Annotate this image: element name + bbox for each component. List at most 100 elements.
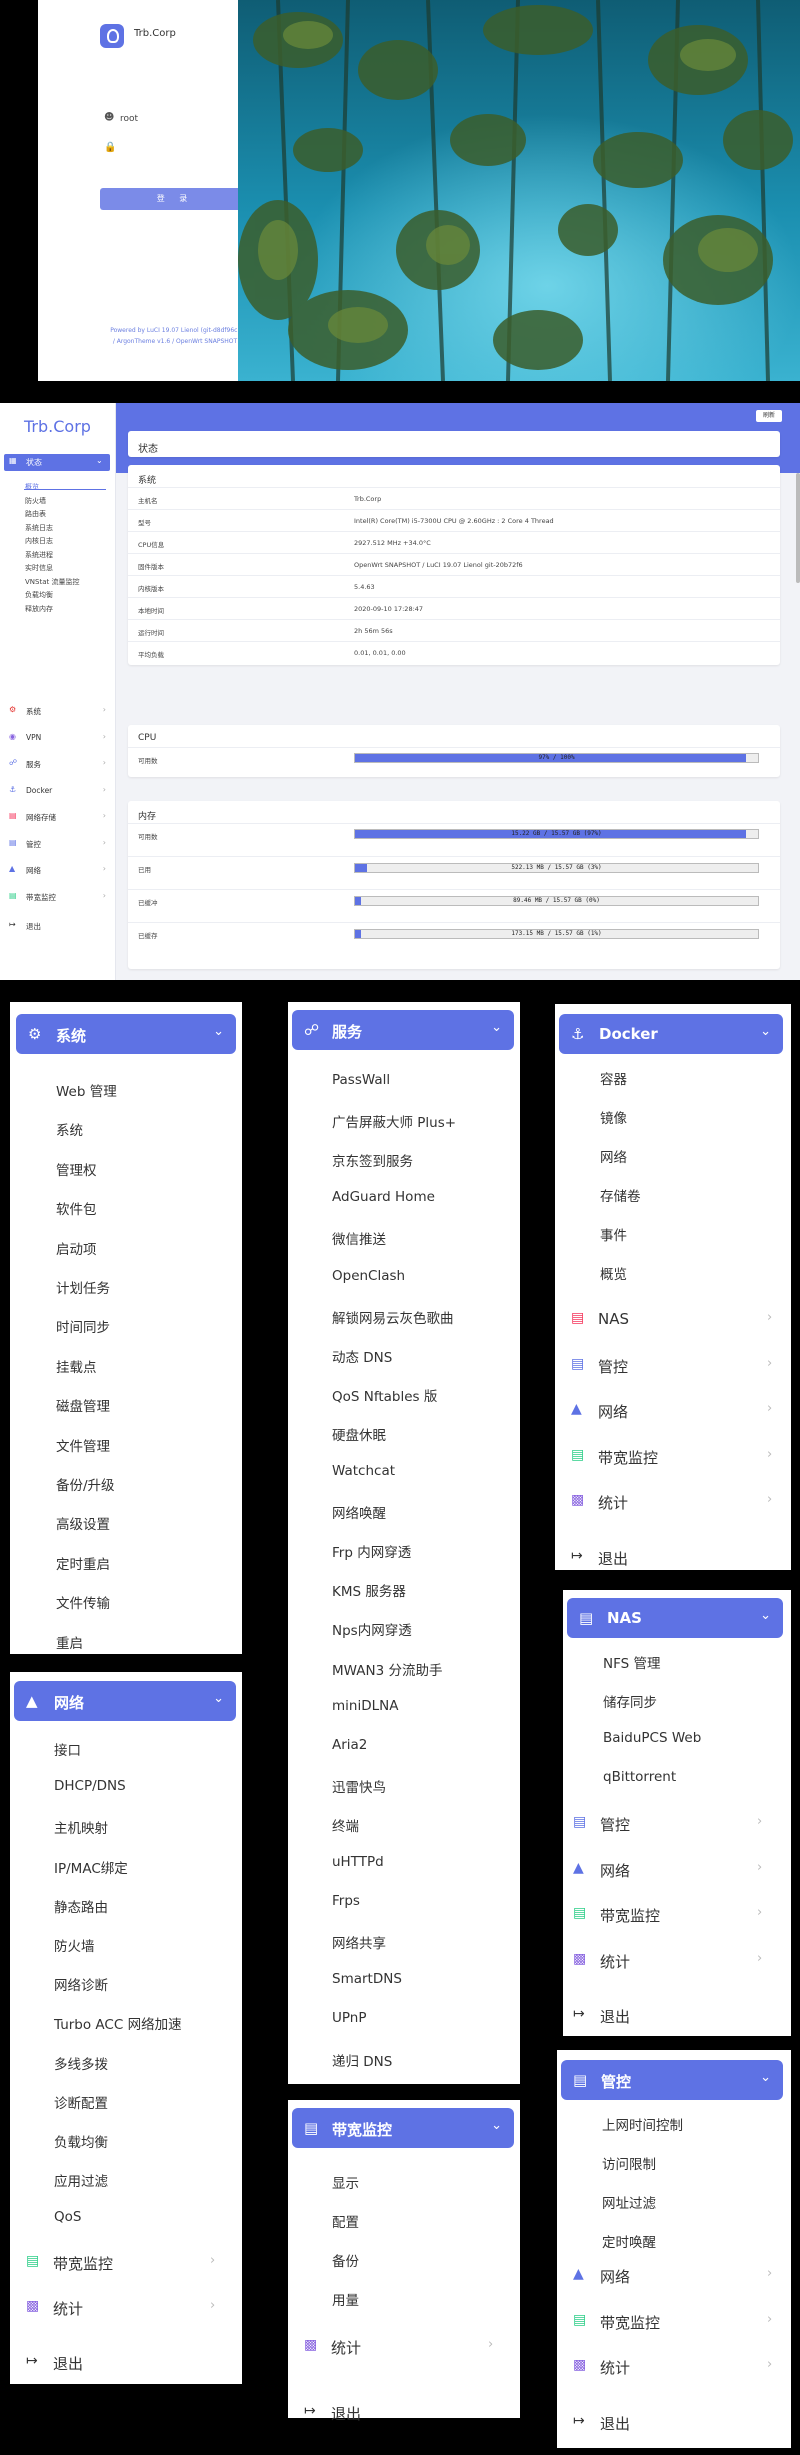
menu-item[interactable]: QoS Nftables 版 [332, 1385, 437, 1405]
system-menu-header[interactable]: ⚙ 系统 ⌄ [16, 1014, 236, 1054]
sidebar-subitem-realtime[interactable]: 实时信息 [25, 563, 53, 573]
menu-item[interactable]: 微信推送 [332, 1228, 386, 1248]
menu-item[interactable]: 接口 [54, 1739, 81, 1759]
username-field[interactable]: root [120, 114, 138, 124]
nav-item-network[interactable]: ▲ 网络 › [573, 1856, 781, 1882]
nav-item-bandwidth[interactable]: ▤ 带宽监控 › [573, 2308, 787, 2334]
menu-item[interactable]: 硬盘休眠 [332, 1424, 386, 1444]
menu-item[interactable]: 定时唤醒 [602, 2231, 656, 2251]
sidebar-item-bandwidth[interactable]: ▤ 带宽监控 › [4, 889, 112, 903]
sidebar-subitem-overview[interactable]: 概览 [25, 482, 39, 492]
menu-item[interactable]: Aria2 [332, 1737, 367, 1753]
menu-item[interactable]: 广告屏蔽大师 Plus+ [332, 1111, 456, 1131]
sidebar-item-services[interactable]: ☍ 服务 › [4, 756, 112, 770]
nav-item-network[interactable]: ▲ 网络 › [573, 2262, 787, 2288]
menu-item[interactable]: 重启 [56, 1632, 83, 1652]
sidebar-subitem-free-memory[interactable]: 释放内存 [25, 604, 53, 614]
sidebar-item-control[interactable]: ▤ 管控 › [4, 836, 112, 850]
menu-item[interactable]: SmartDNS [332, 1971, 402, 1987]
sidebar-item-network[interactable]: ▲ 网络 › [4, 862, 112, 876]
login-button[interactable]: 登 录 [100, 188, 250, 210]
menu-item[interactable]: IP/MAC绑定 [54, 1857, 128, 1877]
menu-item[interactable]: 网络唤醒 [332, 1502, 386, 1522]
sidebar-subitem-load-balance[interactable]: 负载均衡 [25, 590, 53, 600]
sidebar-subitem-processes[interactable]: 系统进程 [25, 550, 53, 560]
menu-item[interactable]: 事件 [600, 1224, 627, 1244]
menu-item[interactable]: 动态 DNS [332, 1346, 392, 1366]
sidebar-subitem-syslog[interactable]: 系统日志 [25, 523, 53, 533]
nav-item-control[interactable]: ▤ 管控 › [571, 1352, 787, 1378]
menu-item[interactable]: 上网时间控制 [602, 2114, 683, 2134]
menu-item[interactable]: miniDLNA [332, 1698, 398, 1714]
nav-item-logout[interactable]: ↦ 退出 [304, 2399, 516, 2425]
menu-item[interactable]: 防火墙 [54, 1935, 95, 1955]
nav-item-logout[interactable]: ↦ 退出 [26, 2349, 238, 2375]
menu-item[interactable]: Watchcat [332, 1463, 395, 1479]
menu-item[interactable]: 概览 [600, 1263, 627, 1283]
menu-item[interactable]: Frps [332, 1893, 360, 1909]
sidebar-item-system[interactable]: ⚙ 系统 › [4, 703, 112, 717]
sidebar-item-vpn[interactable]: ◉ VPN › [4, 730, 112, 744]
sidebar-subitem-firewall[interactable]: 防火墙 [25, 496, 46, 506]
menu-item[interactable]: NFS 管理 [603, 1652, 661, 1672]
nas-menu-header[interactable]: ▤ NAS ⌄ [567, 1598, 783, 1638]
menu-item[interactable]: BaiduPCS Web [603, 1730, 701, 1746]
menu-item[interactable]: 启动项 [56, 1238, 97, 1258]
sidebar-subitem-kernel-log[interactable]: 内核日志 [25, 536, 53, 546]
menu-item[interactable]: 终端 [332, 1815, 359, 1835]
menu-item[interactable]: Turbo ACC 网络加速 [54, 2013, 182, 2033]
menu-item[interactable]: 递归 DNS [332, 2050, 392, 2070]
menu-item[interactable]: 定时重启 [56, 1553, 110, 1573]
menu-item[interactable]: 应用过滤 [54, 2170, 108, 2190]
menu-item[interactable]: 高级设置 [56, 1513, 110, 1533]
nav-item-network[interactable]: ▲ 网络 › [571, 1397, 787, 1423]
menu-item[interactable]: 文件传输 [56, 1592, 110, 1612]
control-menu-header[interactable]: ▤ 管控 ⌄ [561, 2060, 783, 2100]
menu-item[interactable]: 系统 [56, 1119, 83, 1139]
menu-item[interactable]: 诊断配置 [54, 2092, 108, 2112]
nav-item-stats[interactable]: ▩ 统计 › [573, 2353, 787, 2379]
menu-item[interactable]: 软件包 [56, 1198, 97, 1218]
menu-item[interactable]: 网络诊断 [54, 1974, 108, 1994]
menu-item[interactable]: MWAN3 分流助手 [332, 1659, 442, 1679]
menu-item[interactable]: 网址过滤 [602, 2192, 656, 2212]
nav-item-control[interactable]: ▤ 管控 › [573, 1810, 781, 1836]
bandwidth-menu-header[interactable]: ▤ 带宽监控 ⌄ [292, 2108, 514, 2148]
password-field[interactable] [120, 140, 250, 154]
sidebar-item-logout[interactable]: ↦ 退出 [4, 918, 112, 932]
scrollbar[interactable] [796, 473, 800, 583]
sidebar-item-status[interactable]: ▦ 状态 ⌄ [4, 454, 110, 471]
sidebar-item-docker[interactable]: ⚓ Docker › [4, 783, 112, 797]
sidebar-subitem-routes[interactable]: 路由表 [25, 509, 46, 519]
nav-item-logout[interactable]: ↦ 退出 [573, 2002, 781, 2028]
nav-item-logout[interactable]: ↦ 退出 [571, 1544, 787, 1570]
nav-item-stats[interactable]: ▩ 统计 › [573, 1947, 781, 1973]
menu-item[interactable]: 负载均衡 [54, 2131, 108, 2151]
sidebar-subitem-vnstat[interactable]: VNStat 流量监控 [25, 577, 79, 587]
menu-item[interactable]: 存储卷 [600, 1185, 641, 1205]
nav-item-stats[interactable]: ▩ 统计 › [304, 2333, 516, 2359]
menu-item[interactable]: 迅雷快鸟 [332, 1776, 386, 1796]
menu-item[interactable]: 显示 [332, 2172, 359, 2192]
menu-item[interactable]: QoS [54, 2209, 81, 2225]
menu-item[interactable]: 多线多拨 [54, 2053, 108, 2073]
menu-item[interactable]: 访问限制 [602, 2153, 656, 2173]
menu-item[interactable]: UPnP [332, 2010, 366, 2026]
menu-item[interactable]: 储存同步 [603, 1691, 657, 1711]
menu-item[interactable]: 备份 [332, 2250, 359, 2270]
menu-item[interactable]: Nps内网穿透 [332, 1619, 412, 1639]
docker-menu-header[interactable]: ⚓ Docker ⌄ [559, 1014, 783, 1054]
menu-item[interactable]: 静态路由 [54, 1896, 108, 1916]
sidebar-brand[interactable]: Trb.Corp [24, 417, 91, 436]
menu-item[interactable]: 管理权 [56, 1159, 97, 1179]
menu-item[interactable]: PassWall [332, 1072, 390, 1088]
menu-item[interactable]: Frp 内网穿透 [332, 1541, 411, 1561]
services-menu-header[interactable]: ☍ 服务 ⌄ [292, 1010, 514, 1050]
menu-item[interactable]: 文件管理 [56, 1435, 110, 1455]
sidebar-item-storage[interactable]: ▤ 网络存储 › [4, 809, 112, 823]
menu-item[interactable]: 备份/升级 [56, 1474, 115, 1494]
network-menu-header[interactable]: ▲ 网络 ⌄ [14, 1681, 236, 1721]
nav-item-stats[interactable]: ▩ 统计 › [26, 2294, 238, 2320]
nav-item-bandwidth[interactable]: ▤ 带宽监控 › [26, 2249, 238, 2275]
menu-item[interactable]: 配置 [332, 2211, 359, 2231]
